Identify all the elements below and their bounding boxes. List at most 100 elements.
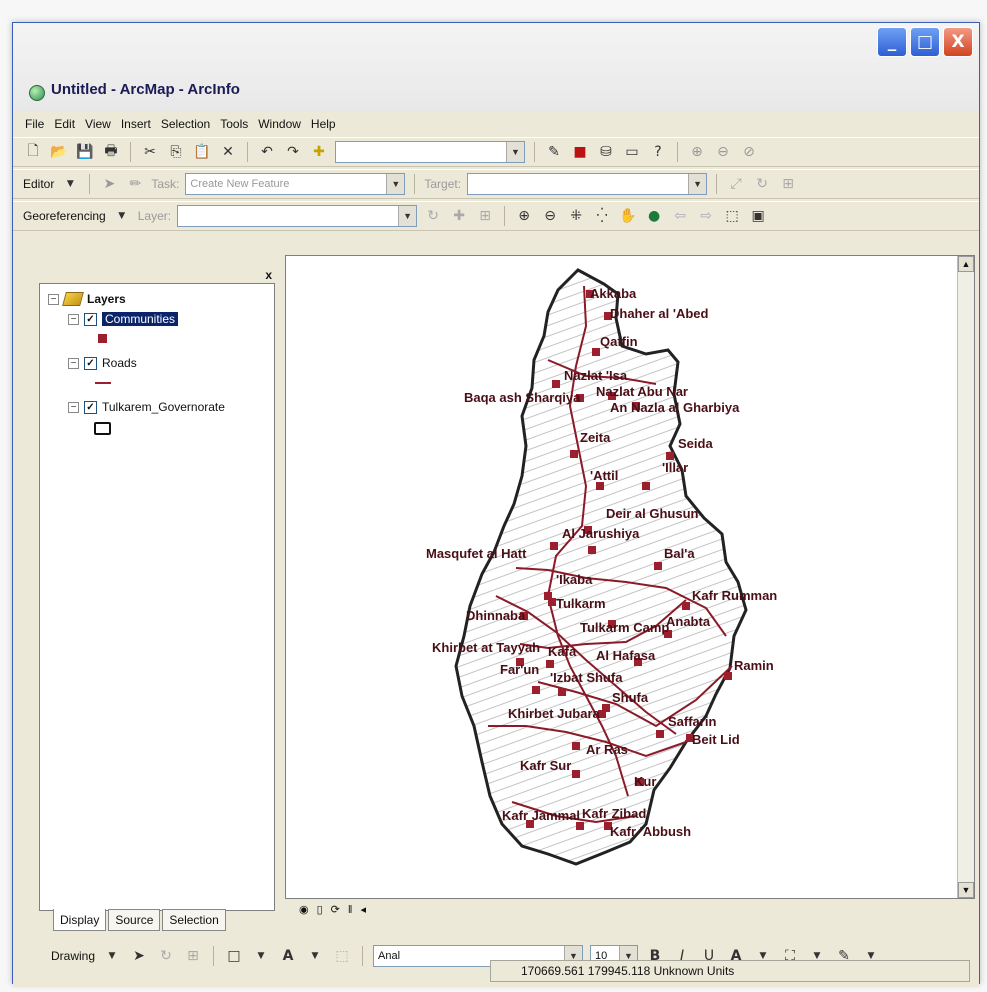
chevron-down-icon[interactable]: ▼ <box>112 206 132 226</box>
menu-edit[interactable]: Edit <box>54 117 75 131</box>
zoom-in-icon[interactable]: ⊕ <box>514 206 534 226</box>
attributes-icon[interactable]: ⊞ <box>778 174 798 194</box>
task-combo[interactable]: Create New Feature ▼ <box>185 173 406 195</box>
fixed-zoom-in-icon[interactable]: ⁜ <box>566 206 586 226</box>
zoom-layout-icon[interactable]: ⊕ <box>687 142 707 162</box>
toc-layer-governorate[interactable]: − ✓ Tulkarem_Governorate <box>68 400 225 414</box>
text-tool-icon[interactable]: A <box>278 946 298 966</box>
pan-hand-icon[interactable]: ✋ <box>618 206 638 226</box>
split-tool-icon[interactable]: ⤢ <box>726 174 746 194</box>
chevron-down-icon[interactable]: ▼ <box>386 174 405 194</box>
scale-combo[interactable]: ▼ <box>335 141 525 163</box>
tab-display[interactable]: Display <box>53 909 107 931</box>
layer-combo[interactable]: ▼ <box>177 205 418 227</box>
minimize-button[interactable]: _ <box>877 27 907 57</box>
collapse-icon[interactable]: − <box>68 357 79 369</box>
drawing-menu[interactable]: Drawing <box>51 949 95 963</box>
tab-selection[interactable]: Selection <box>162 909 226 931</box>
zoom-whole-page-icon[interactable]: ⊞ <box>183 946 203 966</box>
layout-view-icon[interactable]: ▯ <box>317 903 323 916</box>
toc-root-label[interactable]: Layers <box>87 292 126 306</box>
paste-icon[interactable]: 📋 <box>192 142 212 162</box>
chevron-down-icon[interactable]: ▼ <box>688 174 707 194</box>
menu-file[interactable]: File <box>25 117 44 131</box>
layer-visibility-checkbox[interactable]: ✓ <box>84 312 97 326</box>
catalog-icon[interactable]: ⛁ <box>596 142 616 162</box>
map-canvas[interactable]: Akkaba Dhaher al 'Abed Qaffin Nazlat 'Is… <box>286 256 958 899</box>
toc-layer-roads[interactable]: − ✓ Roads <box>68 356 137 370</box>
governorate-boundary[interactable] <box>454 268 748 866</box>
command-line-icon[interactable]: ▭ <box>622 142 642 162</box>
layer-label-communities[interactable]: Communities <box>102 312 179 326</box>
close-button[interactable]: X <box>943 27 973 57</box>
redo-icon[interactable]: ↷ <box>283 142 303 162</box>
chevron-down-icon[interactable]: ▼ <box>102 946 122 966</box>
add-data-icon[interactable]: ✚ <box>309 142 329 162</box>
new-document-icon[interactable]: 🗋 <box>23 142 43 162</box>
open-folder-icon[interactable]: 📂 <box>49 142 69 162</box>
georeferencing-menu[interactable]: Georeferencing <box>23 209 106 223</box>
chevron-down-icon[interactable]: ▼ <box>398 206 417 226</box>
whats-this-icon[interactable]: ? <box>648 142 668 162</box>
zoom-out-layout-icon[interactable]: ⊖ <box>713 142 733 162</box>
tab-source[interactable]: Source <box>108 909 161 931</box>
layer-visibility-checkbox[interactable]: ✓ <box>84 400 97 414</box>
back-arrow-icon[interactable]: ⇦ <box>670 206 690 226</box>
layer-label-roads[interactable]: Roads <box>102 356 137 370</box>
chevron-down-icon[interactable]: ▼ <box>305 946 325 966</box>
collapse-icon[interactable]: − <box>48 293 59 305</box>
edit-vertices-icon[interactable]: ⬚ <box>332 946 352 966</box>
save-icon[interactable]: 💾 <box>75 142 95 162</box>
zoom-out-icon[interactable]: ⊖ <box>540 206 560 226</box>
target-combo[interactable]: ▼ <box>467 173 708 195</box>
print-icon[interactable]: 🖶 <box>101 142 121 162</box>
scroll-left-arrow-icon[interactable]: ◂ <box>360 903 366 916</box>
refresh-icon[interactable]: ⟳ <box>331 903 340 916</box>
pan-layout-icon[interactable]: ⊘ <box>739 142 759 162</box>
collapse-icon[interactable]: − <box>68 313 79 325</box>
sketch-tool-icon[interactable]: ✏ <box>125 174 145 194</box>
copy-icon[interactable]: ⎘ <box>166 142 186 162</box>
link-table-icon[interactable]: ⊞ <box>475 206 495 226</box>
menu-help[interactable]: Help <box>311 117 336 131</box>
delete-icon[interactable]: ✕ <box>218 142 238 162</box>
chevron-down-icon[interactable]: ▼ <box>60 174 80 194</box>
layer-visibility-checkbox[interactable]: ✓ <box>84 356 97 370</box>
scroll-up-arrow-icon[interactable]: ▲ <box>958 256 974 272</box>
clear-selection-icon[interactable]: ▣ <box>748 206 768 226</box>
forward-arrow-icon[interactable]: ⇨ <box>696 206 716 226</box>
rectangle-icon[interactable]: □ <box>224 946 244 966</box>
data-view-icon[interactable]: ◉ <box>299 903 309 916</box>
full-extent-globe-icon[interactable]: ● <box>644 206 664 226</box>
close-icon[interactable]: x <box>265 268 272 282</box>
map-view[interactable]: Akkaba Dhaher al 'Abed Qaffin Nazlat 'Is… <box>285 255 975 899</box>
edit-tool-icon[interactable]: ➤ <box>99 174 119 194</box>
collapse-icon[interactable]: − <box>68 401 79 413</box>
pause-icon[interactable]: ‖ <box>348 904 353 916</box>
rotate-icon[interactable]: ↻ <box>423 206 443 226</box>
menu-tools[interactable]: Tools <box>220 117 248 131</box>
rotate-icon[interactable]: ↻ <box>156 946 176 966</box>
fixed-zoom-out-icon[interactable]: ⁛ <box>592 206 612 226</box>
editor-menu[interactable]: Editor <box>23 177 54 191</box>
toc-layer-communities[interactable]: − ✓ Communities <box>68 312 179 326</box>
select-features-icon[interactable]: ⬚ <box>722 206 742 226</box>
maximize-button[interactable]: □ <box>910 27 940 57</box>
select-elements-arrow-icon[interactable]: ➤ <box>129 946 149 966</box>
menu-selection[interactable]: Selection <box>161 117 210 131</box>
chevron-down-icon[interactable]: ▼ <box>506 142 524 162</box>
menu-view[interactable]: View <box>85 117 111 131</box>
editor-toolbar-icon[interactable]: ✎ <box>544 142 564 162</box>
rotate-tool-icon[interactable]: ↻ <box>752 174 772 194</box>
chevron-down-icon[interactable]: ▼ <box>251 946 271 966</box>
scroll-down-arrow-icon[interactable]: ▼ <box>958 882 974 898</box>
arctoolbox-icon[interactable]: ■ <box>570 142 590 162</box>
layer-label-governorate[interactable]: Tulkarem_Governorate <box>102 400 225 414</box>
menu-window[interactable]: Window <box>258 117 301 131</box>
undo-icon[interactable]: ↶ <box>257 142 277 162</box>
separator <box>89 174 91 194</box>
add-control-points-icon[interactable]: ✚ <box>449 206 469 226</box>
cut-icon[interactable]: ✂ <box>140 142 160 162</box>
vertical-scrollbar[interactable]: ▲ ▼ <box>957 256 974 898</box>
menu-insert[interactable]: Insert <box>121 117 151 131</box>
